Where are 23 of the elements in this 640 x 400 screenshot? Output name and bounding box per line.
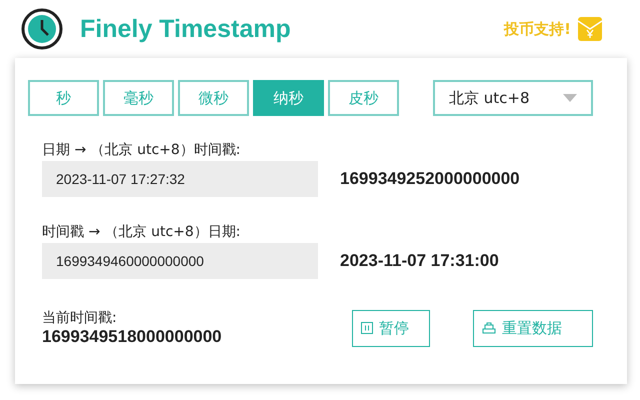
field-label: 日期 → （北京 utc+8）时间戳:	[42, 141, 242, 159]
caret-icon	[563, 94, 577, 102]
reset-button[interactable]: 重置数据	[473, 310, 593, 346]
timezone-dropdown[interactable]: 北京 utc+8	[433, 80, 593, 116]
unit-tab[interactable]: 微秒	[178, 80, 249, 116]
field-label: 时间戳 → （北京 utc+8）日期:	[42, 223, 242, 241]
current-timestamp: 1699349518000000000	[42, 327, 223, 347]
date-result: 2023-11-07 17:31:00	[340, 251, 499, 271]
envelope-icon[interactable]	[577, 16, 603, 42]
pause-button[interactable]: 暂停	[352, 310, 430, 346]
unit-tab[interactable]: 毫秒	[103, 80, 174, 116]
unit-tab[interactable]: 皮秒	[328, 80, 399, 116]
timestamp-input[interactable]: 1699349460000000000	[42, 243, 318, 279]
clock-icon	[20, 7, 64, 51]
support-link[interactable]: 投币支持!	[504, 20, 571, 38]
eraser-icon	[482, 322, 496, 334]
timestamp-result: 1699349252000000000	[340, 169, 520, 189]
app-title: Finely Timestamp	[80, 14, 291, 44]
pause-icon	[361, 322, 373, 334]
current-label: 当前时间戳:	[42, 309, 118, 327]
unit-tab[interactable]: 秒	[28, 80, 99, 116]
date-input[interactable]: 2023-11-07 17:27:32	[42, 161, 318, 197]
unit-tab[interactable]: 纳秒	[253, 80, 324, 116]
